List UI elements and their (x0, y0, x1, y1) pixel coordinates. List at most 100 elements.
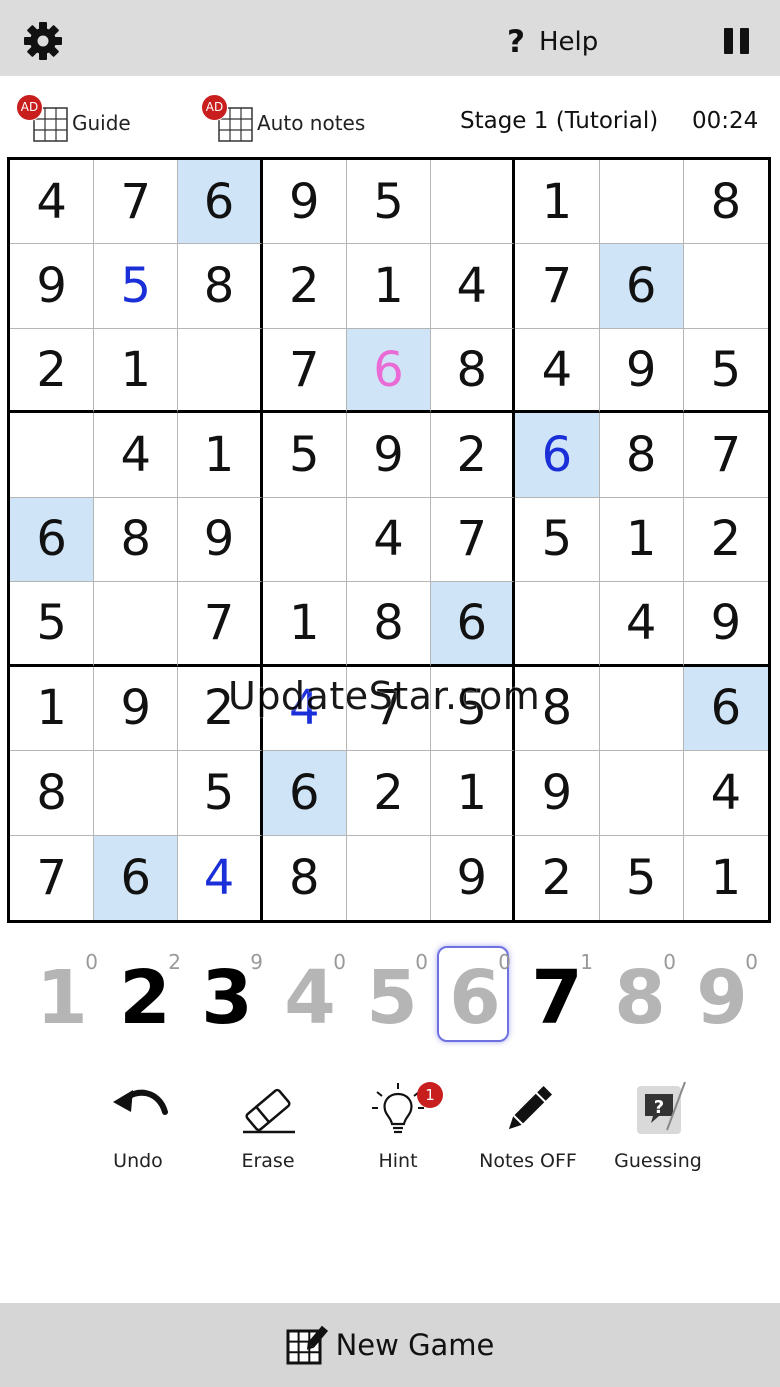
sudoku-cell[interactable]: 8 (346, 582, 432, 667)
sudoku-cell[interactable]: 5 (178, 751, 263, 836)
sudoku-cell[interactable]: 8 (263, 835, 347, 920)
sudoku-cell[interactable]: 4 (599, 582, 684, 667)
sudoku-cell[interactable]: 5 (10, 582, 95, 667)
guessing-button[interactable]: ? Guessing (593, 1080, 723, 1180)
number-button-3[interactable]: 39 (187, 942, 267, 1042)
pause-icon[interactable] (724, 28, 752, 56)
sudoku-cell[interactable]: 8 (599, 413, 684, 498)
sudoku-cell[interactable]: 7 (346, 666, 432, 752)
sudoku-cell[interactable]: 4 (346, 497, 432, 583)
sudoku-cell[interactable]: 9 (94, 666, 179, 752)
sudoku-cell[interactable]: 8 (10, 751, 95, 836)
sudoku-cell[interactable] (178, 328, 263, 414)
sudoku-cell[interactable]: 8 (431, 328, 516, 414)
sudoku-cell[interactable]: 5 (431, 666, 516, 752)
undo-button[interactable]: Undo (73, 1080, 203, 1180)
sudoku-cell[interactable]: 4 (431, 244, 516, 329)
sudoku-cell[interactable]: 1 (178, 413, 263, 498)
sudoku-cell[interactable]: 5 (515, 497, 600, 583)
sudoku-cell[interactable] (683, 244, 768, 329)
sudoku-cell[interactable]: 5 (262, 413, 347, 498)
sudoku-cell[interactable]: 2 (262, 244, 347, 329)
sudoku-cell[interactable]: 9 (683, 582, 768, 667)
sudoku-cell[interactable]: 4 (683, 751, 768, 836)
sudoku-cell[interactable]: 8 (178, 244, 263, 329)
sudoku-cell[interactable]: 4 (10, 160, 95, 245)
sudoku-cell[interactable]: 2 (683, 498, 768, 583)
sudoku-cell[interactable]: 1 (431, 751, 516, 836)
sudoku-cell[interactable]: 7 (178, 582, 263, 667)
sudoku-cell[interactable]: 2 (515, 835, 600, 920)
sudoku-cell[interactable]: 1 (515, 160, 600, 245)
sudoku-cell[interactable]: 1 (94, 328, 179, 414)
sudoku-cell[interactable]: 7 (262, 328, 347, 414)
sudoku-cell[interactable]: 7 (515, 244, 600, 329)
sudoku-cell[interactable]: 6 (262, 751, 347, 836)
number-button-4[interactable]: 40 (270, 942, 350, 1042)
sudoku-cell[interactable] (94, 582, 179, 667)
sudoku-cell[interactable] (10, 413, 95, 498)
sudoku-cell[interactable]: 8 (94, 497, 179, 583)
new-game-button[interactable]: New Game (0, 1303, 780, 1387)
sudoku-cell[interactable]: 2 (178, 666, 263, 752)
sudoku-cell[interactable]: 5 (600, 835, 684, 920)
sudoku-cell[interactable]: 4 (94, 413, 179, 498)
sudoku-cell[interactable]: 1 (262, 582, 347, 667)
number-button-9[interactable]: 90 (682, 942, 762, 1042)
sudoku-cell[interactable]: 1 (599, 497, 684, 583)
number-button-8[interactable]: 80 (600, 942, 680, 1042)
sudoku-cell[interactable]: 4 (178, 835, 263, 920)
gear-icon[interactable] (22, 20, 64, 62)
sudoku-cell[interactable] (431, 160, 516, 245)
sudoku-cell[interactable]: 6 (683, 666, 768, 752)
sudoku-cell[interactable]: 9 (262, 160, 347, 245)
sudoku-cell[interactable]: 8 (515, 666, 600, 752)
sudoku-cell[interactable]: 5 (683, 329, 768, 414)
number-button-5[interactable]: 50 (352, 942, 432, 1042)
sudoku-cell[interactable]: 6 (515, 413, 600, 498)
sudoku-cell[interactable]: 7 (94, 160, 179, 245)
help-button[interactable]: ? Help (507, 22, 598, 62)
sudoku-cell[interactable] (347, 835, 432, 920)
sudoku-cell[interactable]: 7 (431, 497, 516, 583)
sudoku-cell[interactable]: 4 (262, 666, 347, 752)
auto-notes-button[interactable]: AD Auto notes (201, 94, 365, 144)
sudoku-cell[interactable] (262, 497, 347, 583)
sudoku-cell[interactable]: 2 (431, 413, 516, 498)
sudoku-cell[interactable]: 7 (10, 835, 95, 920)
sudoku-cell[interactable]: 7 (683, 413, 768, 498)
sudoku-cell[interactable] (599, 160, 684, 245)
hint-button[interactable]: 1 Hint (333, 1080, 463, 1180)
sudoku-cell[interactable] (94, 751, 179, 836)
sudoku-cell[interactable]: 1 (684, 836, 768, 920)
erase-button[interactable]: Erase (203, 1080, 333, 1180)
number-button-7[interactable]: 71 (517, 942, 597, 1042)
sudoku-cell[interactable]: 1 (346, 244, 432, 329)
sudoku-cell[interactable]: 6 (346, 328, 432, 414)
number-button-1[interactable]: 10 (22, 942, 102, 1042)
sudoku-cell[interactable]: 6 (178, 160, 263, 245)
sudoku-cell[interactable]: 6 (431, 582, 516, 667)
sudoku-cell[interactable]: 1 (10, 666, 95, 752)
sudoku-cell[interactable]: 8 (683, 160, 768, 245)
sudoku-cell[interactable]: 9 (178, 497, 263, 583)
sudoku-cell[interactable]: 5 (346, 160, 432, 245)
sudoku-cell[interactable]: 6 (599, 244, 684, 329)
sudoku-cell[interactable]: 9 (515, 751, 600, 836)
sudoku-cell[interactable]: 4 (515, 328, 600, 414)
sudoku-cell[interactable]: 5 (94, 244, 179, 329)
sudoku-cell[interactable]: 6 (94, 835, 179, 920)
sudoku-cell[interactable]: 2 (10, 328, 95, 414)
sudoku-cell[interactable]: 9 (346, 413, 432, 498)
guide-button[interactable]: AD Guide (16, 94, 131, 144)
number-button-6[interactable]: 60 (435, 942, 515, 1042)
sudoku-cell[interactable]: 9 (10, 244, 95, 329)
sudoku-cell[interactable]: 9 (431, 835, 516, 920)
sudoku-cell[interactable] (599, 666, 684, 752)
notes-toggle-button[interactable]: Notes OFF (463, 1080, 593, 1180)
number-button-2[interactable]: 22 (105, 942, 185, 1042)
sudoku-cell[interactable] (599, 751, 684, 836)
sudoku-cell[interactable]: 2 (346, 751, 432, 836)
sudoku-cell[interactable]: 6 (10, 497, 95, 583)
sudoku-cell[interactable]: 9 (599, 328, 684, 414)
